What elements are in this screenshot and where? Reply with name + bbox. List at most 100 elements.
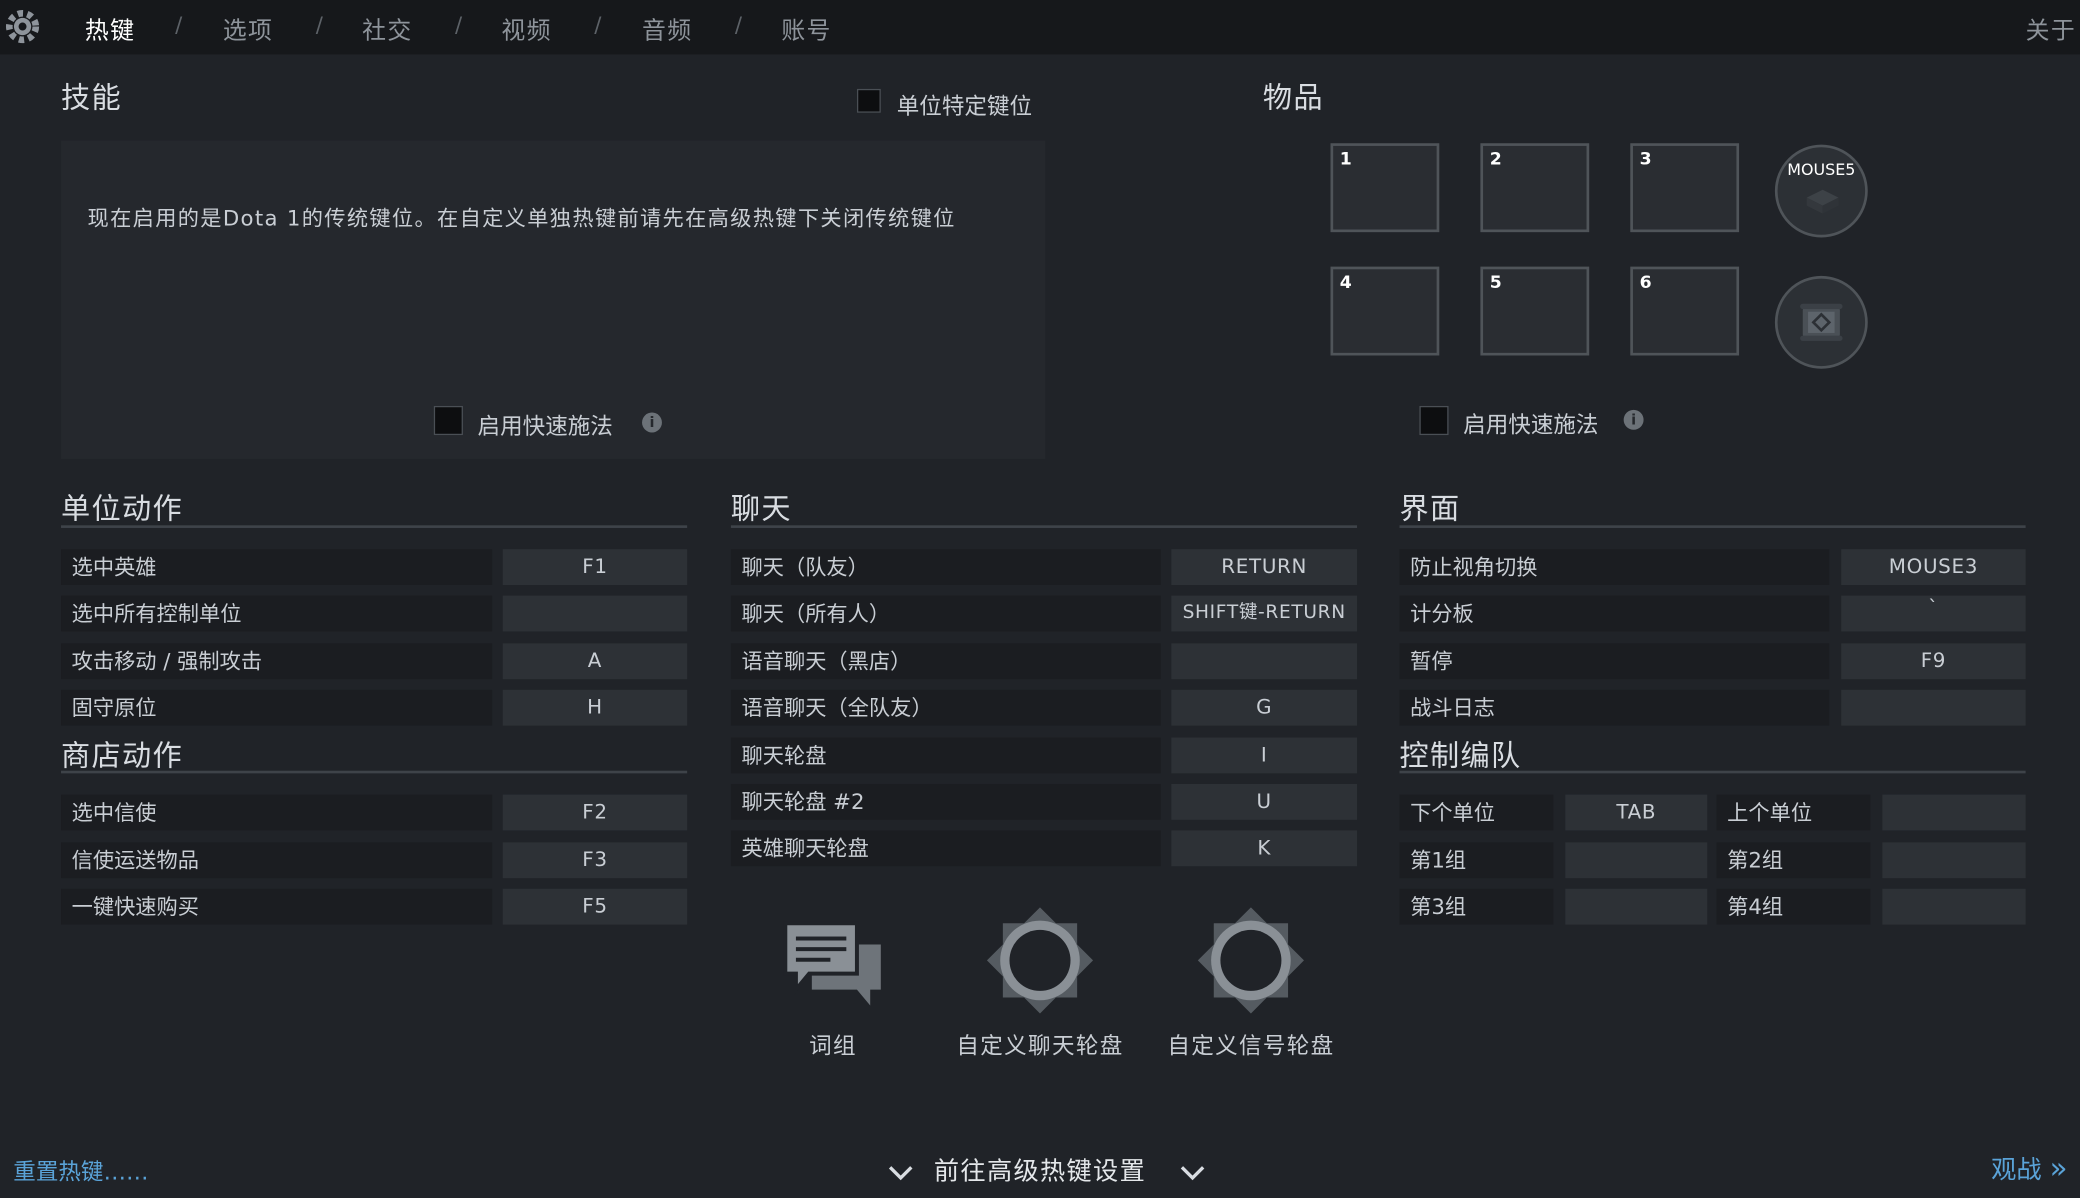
custom-chat-wheel-button[interactable]: 自定义聊天轮盘 (944, 902, 1135, 1061)
hotkey-button[interactable] (502, 595, 688, 632)
shop-actions-title: 商店动作 (61, 740, 184, 774)
hotkey-label: 语音聊天（全队友） (730, 689, 1161, 726)
skills-quickcast-info-icon[interactable]: i (642, 412, 662, 433)
hotkey-label: 计分板 (1399, 595, 1830, 632)
hotkey-button[interactable] (1841, 689, 2026, 726)
item-slot-2[interactable]: 2 (1480, 143, 1590, 233)
tab-social[interactable]: 社交 (362, 12, 412, 46)
item-slot-number: 3 (1639, 149, 1652, 170)
skills-quickcast-checkbox[interactable] (433, 405, 463, 436)
section-divider (61, 770, 688, 774)
tab-hotkeys[interactable]: 热键 (85, 12, 135, 46)
item-slot-4[interactable]: 4 (1330, 266, 1440, 356)
hotkey-button[interactable] (1882, 794, 2026, 831)
hotkey-button[interactable] (1171, 643, 1358, 680)
custom-chat-wheel-label: 自定义聊天轮盘 (956, 1033, 1124, 1060)
phrases-button[interactable]: 词组 (767, 915, 900, 1061)
settings-gear-icon[interactable] (3, 7, 43, 47)
section-divider (730, 525, 1358, 528)
hotkey-label: 聊天轮盘 (730, 737, 1161, 774)
hotkey-button[interactable]: SHIFT键-RETURN (1171, 595, 1358, 632)
hotkey-button[interactable]: MOUSE3 (1841, 549, 2026, 585)
hotkey-button[interactable]: RETURN (1171, 549, 1358, 585)
hotkey-button[interactable] (1882, 842, 2026, 879)
item-slot-3[interactable]: 3 (1630, 143, 1740, 233)
hotkey-button[interactable]: A (502, 643, 688, 680)
hotkey-button[interactable]: F5 (502, 888, 688, 925)
hotkey-label: 上个单位 (1716, 794, 1871, 831)
hotkey-button[interactable]: F1 (502, 549, 688, 585)
section-divider (1399, 525, 2026, 528)
hotkey-button[interactable]: F3 (502, 842, 688, 879)
interface-title: 界面 (1399, 493, 1461, 527)
spectate-link[interactable]: 观战 » (1991, 1150, 2067, 1186)
hotkey-label: 选中所有控制单位 (61, 595, 493, 632)
items-quickcast-label: 启用快速施法 (1463, 412, 1599, 440)
hotkey-label: 聊天（所有人） (730, 595, 1161, 632)
hotkey-label: 固守原位 (61, 689, 493, 726)
items-quickcast-info-icon[interactable]: i (1623, 409, 1644, 430)
hotkey-label: 选中英雄 (61, 549, 493, 585)
advanced-hotkeys-button[interactable]: 前往高级热键设置 (886, 1149, 1210, 1189)
hotkey-label: 第3组 (1399, 888, 1554, 925)
hotkey-button[interactable] (1565, 842, 1708, 879)
hotkey-label: 一键快速购买 (61, 888, 493, 925)
nav-separator: / (594, 11, 602, 38)
custom-ping-wheel-label: 自定义信号轮盘 (1167, 1033, 1335, 1060)
reset-hotkeys-link[interactable]: 重置热键…… (13, 1153, 148, 1186)
hotkey-label: 英雄聊天轮盘 (730, 830, 1161, 867)
hotkey-label: 第2组 (1716, 842, 1871, 879)
nav-separator: / (175, 11, 183, 38)
items-quickcast-checkbox[interactable] (1419, 405, 1449, 436)
section-divider (1399, 770, 2026, 774)
hotkey-button[interactable] (1565, 888, 1708, 925)
item-slot-number: 5 (1489, 273, 1502, 294)
hotkey-label: 语音聊天（黑店） (730, 643, 1161, 680)
section-divider (61, 525, 688, 528)
hotkey-button[interactable]: K (1171, 830, 1358, 867)
custom-ping-wheel-button[interactable]: 自定义信号轮盘 (1155, 902, 1346, 1061)
nav-separator: / (734, 11, 743, 38)
chevron-down-icon (888, 1166, 913, 1181)
about-link[interactable]: 关于 (2026, 12, 2076, 46)
top-nav-bar: 热键 / 选项 / 社交 / 视频 / 音频 / 账号 关于 (0, 0, 2080, 55)
skills-quickcast-label: 启用快速施法 (477, 413, 613, 441)
hotkey-label: 战斗日志 (1399, 689, 1830, 726)
chat-bubble-icon (783, 921, 881, 1006)
hotkey-button[interactable]: I (1171, 737, 1358, 774)
hotkey-button[interactable]: U (1171, 783, 1358, 820)
tab-audio[interactable]: 音频 (642, 12, 692, 46)
tab-account[interactable]: 账号 (781, 12, 831, 46)
item-slot-5[interactable]: 5 (1480, 266, 1590, 356)
hotkey-button[interactable]: TAB (1565, 794, 1708, 831)
neutral-item-key: MOUSE5 (1787, 160, 1856, 180)
hotkey-label: 下个单位 (1399, 794, 1554, 831)
unit-specific-checkbox[interactable] (856, 88, 881, 113)
neutral-item-icon (1806, 189, 1839, 214)
item-slot-1[interactable]: 1 (1330, 143, 1440, 233)
hotkey-button[interactable]: G (1171, 689, 1358, 726)
hotkey-label: 攻击移动 / 强制攻击 (61, 643, 493, 680)
hotkey-button[interactable]: ` (1841, 595, 2026, 632)
hotkey-label: 信使运送物品 (61, 842, 493, 879)
item-slot-number: 4 (1339, 273, 1352, 294)
skills-panel: 现在启用的是Dota 1的传统键位。在自定义单独热键前请先在高级热键下关闭传统键… (61, 140, 1046, 459)
control-groups-title: 控制编队 (1399, 740, 1522, 774)
phrases-label: 词组 (809, 1033, 857, 1060)
items-title: 物品 (1262, 82, 1324, 116)
hotkey-button[interactable]: F9 (1841, 643, 2026, 680)
neutral-item-slot[interactable]: MOUSE5 (1774, 144, 1868, 238)
hotkey-button[interactable]: H (502, 689, 688, 726)
advanced-hotkeys-label: 前往高级热键设置 (933, 1156, 1147, 1186)
hotkey-label: 防止视角切换 (1399, 549, 1830, 585)
hotkey-button[interactable] (1882, 888, 2026, 925)
tab-video[interactable]: 视频 (501, 12, 551, 46)
tab-options[interactable]: 选项 (223, 12, 273, 46)
hotkey-label: 选中信使 (61, 794, 493, 831)
item-slot-number: 6 (1639, 273, 1652, 294)
tp-scroll-slot[interactable] (1774, 275, 1868, 369)
hotkey-button[interactable]: F2 (502, 794, 688, 831)
hotkey-label: 聊天（队友） (730, 549, 1161, 585)
hotkey-label: 暂停 (1399, 643, 1830, 680)
item-slot-6[interactable]: 6 (1630, 266, 1740, 356)
